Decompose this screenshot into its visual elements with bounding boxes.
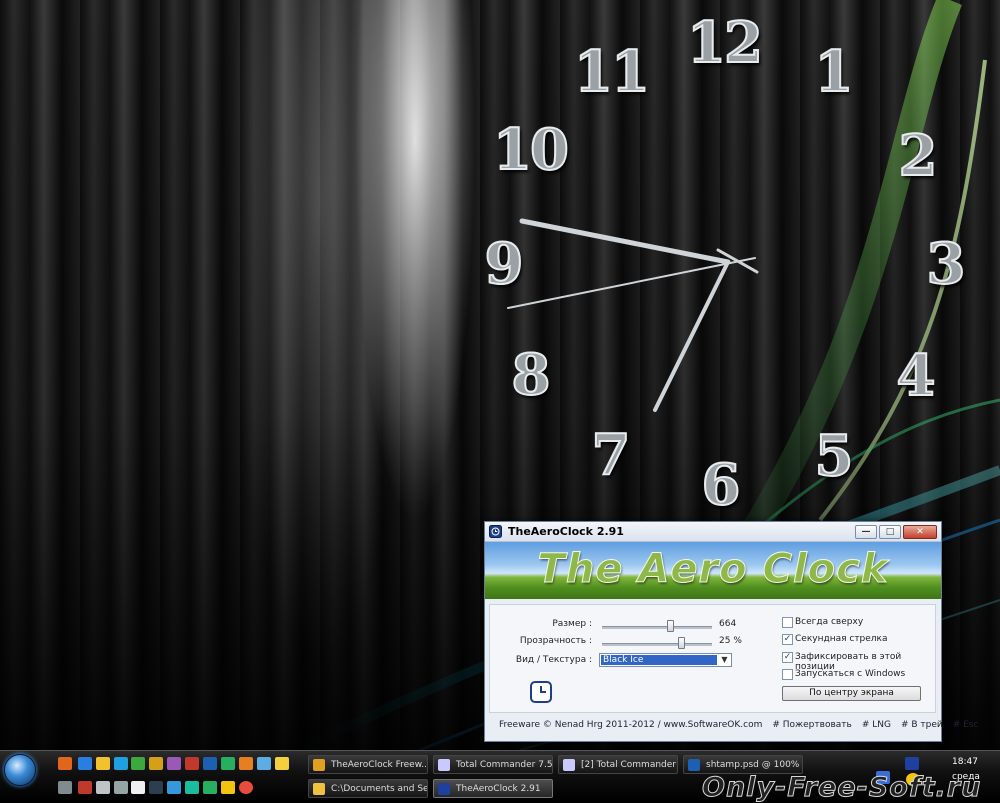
check-icon: ✓ (783, 652, 792, 662)
language-link[interactable]: # LNG (862, 720, 891, 730)
clock-icon (530, 681, 552, 703)
app-icon[interactable] (275, 757, 289, 770)
minute-hand (653, 260, 730, 412)
settings-panel: Размер : 664 Прозрачность : 25 % Вид / Т… (489, 604, 936, 713)
to-tray-link[interactable]: # В трей (901, 720, 943, 730)
app-icon[interactable] (221, 757, 235, 770)
app-icon[interactable] (167, 757, 181, 770)
tray-time[interactable]: 18:47 (952, 757, 978, 767)
lock-position-checkbox[interactable]: ✓ (782, 652, 793, 663)
task-button[interactable]: C:\Documents and Se... (308, 779, 428, 798)
windows-icon[interactable] (167, 781, 181, 794)
task-label: [2] Total Commander ... (581, 760, 678, 770)
esc-link[interactable]: # Esc (953, 720, 979, 730)
app-clock-icon (489, 525, 502, 538)
task-label: C:\Documents and Se... (331, 784, 428, 794)
run-at-startup-label: Запускаться с Windows (795, 669, 906, 679)
task-button[interactable]: TheAeroClock Freew... (308, 755, 428, 774)
opacity-slider-thumb[interactable] (678, 637, 686, 649)
texture-selected-value: Black Ice (601, 655, 717, 665)
hour-hand (519, 218, 731, 265)
app-icon[interactable] (185, 757, 199, 770)
second-hand-label: Секундная стрелка (795, 634, 888, 644)
center-screen-button[interactable]: По центру экрана (782, 686, 921, 701)
start-button[interactable] (4, 754, 36, 786)
cursor-icon[interactable] (131, 781, 145, 794)
app-icon[interactable] (78, 781, 92, 794)
size-label: Размер : (552, 619, 592, 629)
ie-icon[interactable] (78, 757, 92, 770)
window-footer: Freeware © Nenad Hrg 2011-2012 / www.Sof… (489, 717, 978, 733)
banner-title: The Aero Clock (537, 546, 889, 593)
task-label: Total Commander 7.5... (456, 760, 553, 770)
task-label: TheAeroClock 2.91 (456, 784, 541, 794)
opacity-value: 25 % (719, 636, 742, 646)
texture-label: Вид / Текстура : (515, 655, 592, 665)
size-value: 664 (719, 619, 737, 629)
check-icon: ✓ (783, 634, 792, 644)
app-banner: The Aero Clock (485, 542, 941, 599)
aeroclock-settings-window[interactable]: TheAeroClock 2.91 — □ ✕ The Aero Clock Р… (484, 521, 978, 742)
save-icon[interactable] (149, 781, 163, 794)
always-on-top-label: Всегда сверху (795, 617, 864, 627)
app-icon[interactable] (239, 757, 253, 770)
photoshop-icon[interactable] (203, 757, 217, 770)
always-on-top-checkbox[interactable] (782, 617, 793, 628)
chrome-icon[interactable] (96, 757, 110, 770)
maximize-button[interactable]: □ (879, 524, 901, 539)
skype-icon[interactable] (114, 757, 128, 770)
firefox-icon[interactable] (58, 757, 72, 770)
footer-credit-link[interactable]: Freeware © Nenad Hrg 2011-2012 / www.Sof… (499, 720, 762, 730)
watermark: Only-Free-Soft.ru (701, 772, 982, 803)
window-title: TheAeroClock 2.91 (508, 525, 624, 538)
opera-icon[interactable] (239, 781, 253, 794)
fw-icon[interactable] (185, 781, 199, 794)
opacity-label: Прозрачность : (519, 636, 592, 646)
chevron-down-icon[interactable]: ▼ (718, 654, 731, 666)
app-icon[interactable] (257, 757, 271, 770)
app-icon[interactable] (58, 781, 72, 794)
app-icon[interactable] (114, 781, 128, 794)
app-icon[interactable] (221, 781, 235, 794)
tray-clock-icon[interactable] (905, 757, 919, 770)
size-slider-thumb[interactable] (667, 620, 675, 632)
task-button[interactable]: Total Commander 7.5... (433, 755, 553, 774)
task-label: TheAeroClock Freew... (331, 760, 428, 770)
window-titlebar[interactable]: TheAeroClock 2.91 — □ ✕ (485, 522, 941, 542)
winamp-icon[interactable] (149, 757, 163, 770)
second-hand-checkbox[interactable]: ✓ (782, 634, 793, 645)
utorrent-icon[interactable] (131, 757, 145, 770)
texture-select[interactable]: Black Ice ▼ (599, 653, 732, 667)
minimize-button[interactable]: — (855, 524, 877, 539)
app-icon[interactable] (96, 781, 110, 794)
run-at-startup-checkbox[interactable] (782, 669, 793, 680)
app-icon[interactable] (203, 781, 217, 794)
task-button[interactable]: [2] Total Commander ... (558, 755, 678, 774)
donate-link[interactable]: # Пожертвовать (772, 720, 851, 730)
close-button[interactable]: ✕ (903, 524, 937, 539)
task-button-active[interactable]: TheAeroClock 2.91 (433, 779, 553, 798)
task-label: shtamp.psd @ 100% ... (706, 760, 803, 770)
